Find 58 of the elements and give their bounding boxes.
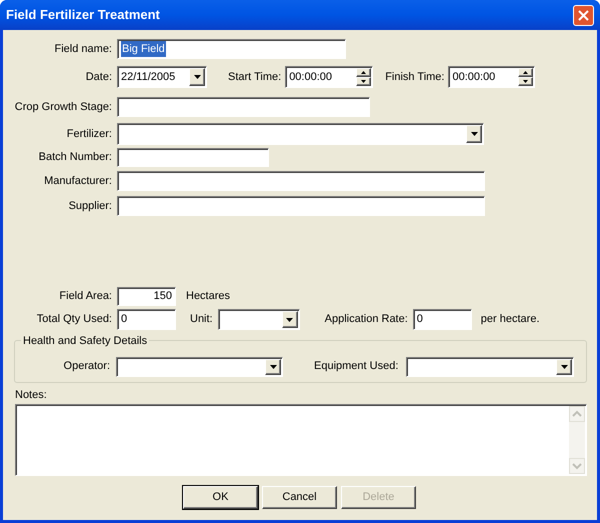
dropdown-field[interactable] [117, 123, 484, 145]
field-label: Finish Time: [385, 70, 444, 85]
input-field[interactable]: 0 [412, 309, 472, 330]
spin-down-button[interactable] [356, 77, 372, 86]
caret-icon [270, 364, 276, 368]
caret-icon [286, 318, 294, 322]
input-field[interactable] [117, 171, 485, 191]
field-label: Crop Growth Stage: [14, 100, 112, 115]
input-field[interactable]: 150 [117, 287, 176, 306]
window-title: Field Fertilizer Treatment [6, 6, 161, 24]
field-label: Equipment Used: [314, 359, 398, 374]
dropdown-field[interactable]: 22/11/2005 [117, 66, 207, 88]
dropdown-field[interactable] [406, 356, 574, 376]
field-label: Application Rate: [324, 312, 408, 328]
field-label: Hectares [186, 289, 230, 304]
close-button[interactable] [573, 4, 594, 26]
input-field[interactable]: 0 [117, 309, 176, 330]
spin-up-button[interactable] [518, 68, 534, 77]
dropdown-field[interactable] [218, 309, 300, 330]
field-label: Batch Number: [38, 150, 112, 166]
input-field[interactable] [117, 148, 269, 167]
input-field[interactable]: Big Field [117, 39, 346, 59]
dropdown-button[interactable] [282, 311, 298, 328]
input-field[interactable] [117, 196, 485, 216]
up-arrow-icon [523, 71, 528, 74]
dialog-button[interactable]: OK [183, 486, 258, 509]
spin-up-button[interactable] [356, 68, 372, 77]
field-label: Date: [84, 70, 112, 85]
caret-icon [194, 75, 200, 79]
field-label: Operator: [62, 359, 110, 374]
dropdown-button[interactable] [189, 68, 205, 86]
field-label: Total Qty Used: [36, 312, 112, 328]
field-label: per hectare. [480, 312, 540, 328]
input-field[interactable] [117, 97, 370, 117]
time-field[interactable]: 00:00:00 [448, 66, 536, 88]
field-label: Supplier: [68, 198, 112, 214]
field-label: Manufacturer: [43, 174, 112, 189]
dropdown-button[interactable] [556, 358, 572, 374]
field-label: Field name: [54, 42, 112, 57]
down-arrow-icon [523, 80, 528, 83]
caret-icon [560, 364, 568, 368]
close-icon [578, 10, 589, 20]
dropdown-field[interactable] [116, 356, 283, 376]
group-title: Health and Safety Details [21, 333, 150, 350]
dialog-button[interactable]: Cancel [262, 486, 337, 509]
time-field[interactable]: 00:00:00 [285, 66, 374, 88]
field-label: Start Time: [228, 70, 282, 85]
up-arrow-icon [361, 71, 366, 74]
spin-down-button[interactable] [518, 77, 534, 86]
down-arrow-icon [361, 80, 366, 83]
caret-icon [470, 132, 478, 136]
dropdown-button[interactable] [466, 125, 482, 143]
field-label: Field Area: [58, 289, 112, 304]
field-label: Fertilizer: [66, 126, 112, 142]
field-label: Unit: [190, 312, 213, 328]
dropdown-button[interactable] [265, 358, 281, 374]
field-label: Notes: [15, 388, 47, 403]
notes-field[interactable] [15, 404, 587, 476]
